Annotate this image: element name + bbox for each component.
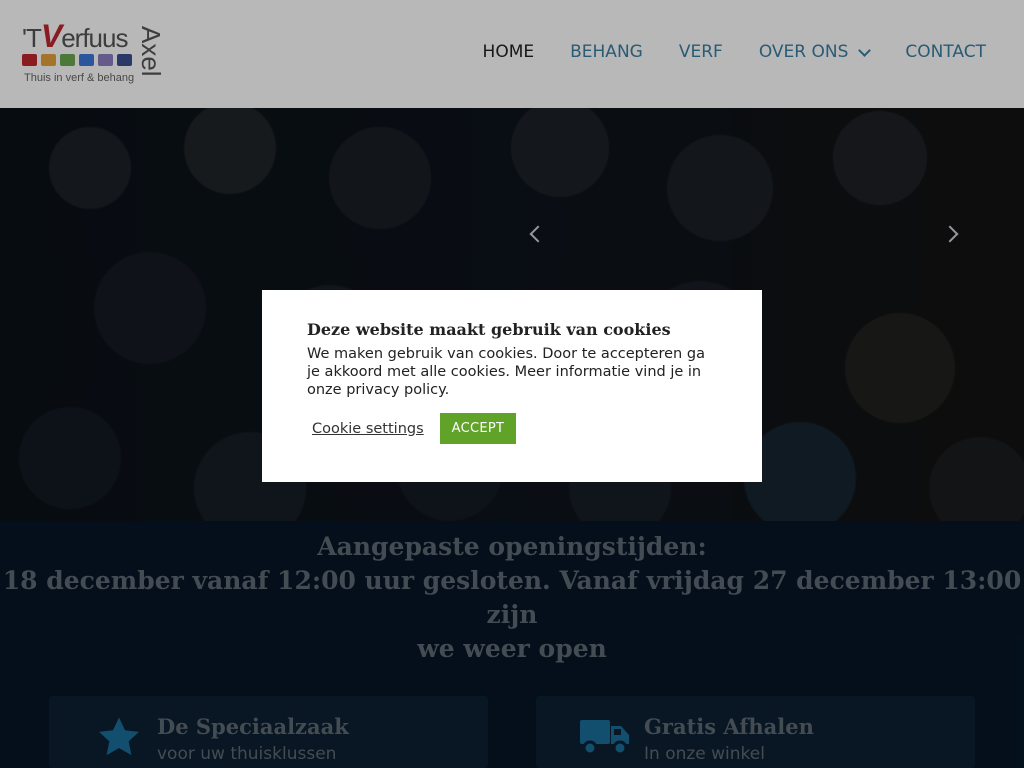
cookie-settings-link[interactable]: Cookie settings [312, 421, 424, 437]
accept-cookies-button[interactable]: ACCEPT [439, 413, 517, 444]
cookie-modal-title: Deze website maakt gebruik van cookies [307, 320, 671, 339]
cookie-modal-body: We maken gebruik van cookies. Door te ac… [307, 346, 705, 398]
cookie-modal-actions: Cookie settings ACCEPT [307, 413, 718, 444]
cookie-consent-modal: Deze website maakt gebruik van cookies W… [262, 290, 762, 482]
